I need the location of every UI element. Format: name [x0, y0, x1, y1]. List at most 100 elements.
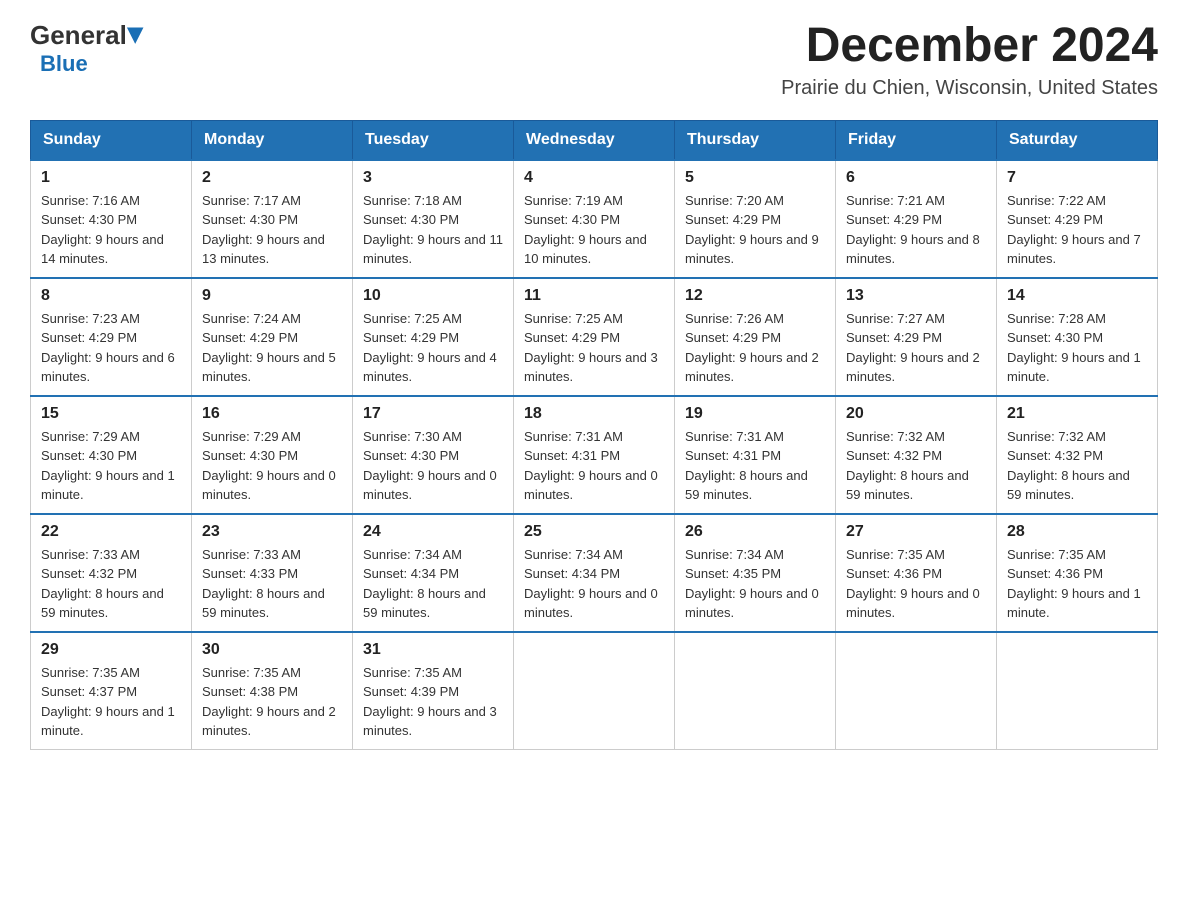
- weekday-header-sunday: Sunday: [31, 120, 192, 160]
- sunrise-label: Sunrise: 7:18 AM: [363, 193, 462, 208]
- weekday-header-friday: Friday: [836, 120, 997, 160]
- day-number: 18: [524, 405, 664, 423]
- sunset-label: Sunset: 4:29 PM: [41, 330, 137, 345]
- day-info: Sunrise: 7:23 AM Sunset: 4:29 PM Dayligh…: [41, 309, 181, 387]
- sunrise-label: Sunrise: 7:19 AM: [524, 193, 623, 208]
- sunset-label: Sunset: 4:30 PM: [41, 212, 137, 227]
- daylight-label: Daylight: 9 hours and 0 minutes.: [363, 468, 497, 503]
- daylight-label: Daylight: 9 hours and 10 minutes.: [524, 232, 647, 267]
- day-number: 28: [1007, 523, 1147, 541]
- day-info: Sunrise: 7:31 AM Sunset: 4:31 PM Dayligh…: [524, 427, 664, 505]
- sunset-label: Sunset: 4:29 PM: [1007, 212, 1103, 227]
- sunrise-label: Sunrise: 7:29 AM: [41, 429, 140, 444]
- daylight-label: Daylight: 9 hours and 13 minutes.: [202, 232, 325, 267]
- day-number: 1: [41, 169, 181, 187]
- day-number: 2: [202, 169, 342, 187]
- day-number: 20: [846, 405, 986, 423]
- logo-general: General▶: [30, 20, 144, 51]
- day-number: 8: [41, 287, 181, 305]
- day-number: 22: [41, 523, 181, 541]
- table-row: 8 Sunrise: 7:23 AM Sunset: 4:29 PM Dayli…: [31, 278, 192, 396]
- sunrise-label: Sunrise: 7:30 AM: [363, 429, 462, 444]
- day-number: 24: [363, 523, 503, 541]
- logo-blue-text: Blue: [40, 51, 144, 77]
- day-info: Sunrise: 7:31 AM Sunset: 4:31 PM Dayligh…: [685, 427, 825, 505]
- sunrise-label: Sunrise: 7:33 AM: [41, 547, 140, 562]
- day-number: 11: [524, 287, 664, 305]
- day-info: Sunrise: 7:29 AM Sunset: 4:30 PM Dayligh…: [41, 427, 181, 505]
- daylight-label: Daylight: 8 hours and 59 minutes.: [1007, 468, 1130, 503]
- day-info: Sunrise: 7:35 AM Sunset: 4:37 PM Dayligh…: [41, 663, 181, 741]
- logo: General▶ Blue: [30, 20, 144, 77]
- sunset-label: Sunset: 4:36 PM: [1007, 566, 1103, 581]
- weekday-header-saturday: Saturday: [997, 120, 1158, 160]
- table-row: 21 Sunrise: 7:32 AM Sunset: 4:32 PM Dayl…: [997, 396, 1158, 514]
- table-row: 16 Sunrise: 7:29 AM Sunset: 4:30 PM Dayl…: [192, 396, 353, 514]
- daylight-label: Daylight: 9 hours and 9 minutes.: [685, 232, 819, 267]
- day-number: 21: [1007, 405, 1147, 423]
- day-info: Sunrise: 7:19 AM Sunset: 4:30 PM Dayligh…: [524, 191, 664, 269]
- table-row: 12 Sunrise: 7:26 AM Sunset: 4:29 PM Dayl…: [675, 278, 836, 396]
- day-info: Sunrise: 7:26 AM Sunset: 4:29 PM Dayligh…: [685, 309, 825, 387]
- sunset-label: Sunset: 4:33 PM: [202, 566, 298, 581]
- week-row-3: 15 Sunrise: 7:29 AM Sunset: 4:30 PM Dayl…: [31, 396, 1158, 514]
- day-info: Sunrise: 7:21 AM Sunset: 4:29 PM Dayligh…: [846, 191, 986, 269]
- sunset-label: Sunset: 4:32 PM: [41, 566, 137, 581]
- day-number: 3: [363, 169, 503, 187]
- calendar-table: SundayMondayTuesdayWednesdayThursdayFrid…: [30, 120, 1158, 750]
- table-row: [997, 632, 1158, 750]
- daylight-label: Daylight: 8 hours and 59 minutes.: [685, 468, 808, 503]
- weekday-row: SundayMondayTuesdayWednesdayThursdayFrid…: [31, 120, 1158, 160]
- sunrise-label: Sunrise: 7:33 AM: [202, 547, 301, 562]
- sunset-label: Sunset: 4:34 PM: [524, 566, 620, 581]
- day-info: Sunrise: 7:33 AM Sunset: 4:33 PM Dayligh…: [202, 545, 342, 623]
- table-row: 7 Sunrise: 7:22 AM Sunset: 4:29 PM Dayli…: [997, 160, 1158, 278]
- week-row-5: 29 Sunrise: 7:35 AM Sunset: 4:37 PM Dayl…: [31, 632, 1158, 750]
- day-info: Sunrise: 7:35 AM Sunset: 4:39 PM Dayligh…: [363, 663, 503, 741]
- weekday-header-tuesday: Tuesday: [353, 120, 514, 160]
- sunrise-label: Sunrise: 7:23 AM: [41, 311, 140, 326]
- sunset-label: Sunset: 4:29 PM: [202, 330, 298, 345]
- sunset-label: Sunset: 4:29 PM: [685, 330, 781, 345]
- sunset-label: Sunset: 4:35 PM: [685, 566, 781, 581]
- day-info: Sunrise: 7:20 AM Sunset: 4:29 PM Dayligh…: [685, 191, 825, 269]
- sunset-label: Sunset: 4:37 PM: [41, 684, 137, 699]
- day-number: 5: [685, 169, 825, 187]
- sunset-label: Sunset: 4:30 PM: [363, 448, 459, 463]
- day-number: 25: [524, 523, 664, 541]
- sunrise-label: Sunrise: 7:24 AM: [202, 311, 301, 326]
- day-info: Sunrise: 7:35 AM Sunset: 4:36 PM Dayligh…: [1007, 545, 1147, 623]
- daylight-label: Daylight: 9 hours and 1 minute.: [41, 704, 175, 739]
- daylight-label: Daylight: 8 hours and 59 minutes.: [41, 586, 164, 621]
- weekday-header-monday: Monday: [192, 120, 353, 160]
- day-number: 29: [41, 641, 181, 659]
- daylight-label: Daylight: 9 hours and 0 minutes.: [524, 586, 658, 621]
- sunrise-label: Sunrise: 7:34 AM: [524, 547, 623, 562]
- sunrise-label: Sunrise: 7:31 AM: [685, 429, 784, 444]
- table-row: 31 Sunrise: 7:35 AM Sunset: 4:39 PM Dayl…: [353, 632, 514, 750]
- sunrise-label: Sunrise: 7:35 AM: [846, 547, 945, 562]
- sunset-label: Sunset: 4:30 PM: [1007, 330, 1103, 345]
- sunset-label: Sunset: 4:29 PM: [363, 330, 459, 345]
- daylight-label: Daylight: 9 hours and 3 minutes.: [363, 704, 497, 739]
- sunrise-label: Sunrise: 7:22 AM: [1007, 193, 1106, 208]
- page-header: General▶ Blue December 2024 Prairie du C…: [30, 20, 1158, 100]
- week-row-4: 22 Sunrise: 7:33 AM Sunset: 4:32 PM Dayl…: [31, 514, 1158, 632]
- day-number: 27: [846, 523, 986, 541]
- day-info: Sunrise: 7:25 AM Sunset: 4:29 PM Dayligh…: [524, 309, 664, 387]
- day-number: 30: [202, 641, 342, 659]
- daylight-label: Daylight: 9 hours and 0 minutes.: [685, 586, 819, 621]
- table-row: 26 Sunrise: 7:34 AM Sunset: 4:35 PM Dayl…: [675, 514, 836, 632]
- day-number: 16: [202, 405, 342, 423]
- day-info: Sunrise: 7:29 AM Sunset: 4:30 PM Dayligh…: [202, 427, 342, 505]
- table-row: 4 Sunrise: 7:19 AM Sunset: 4:30 PM Dayli…: [514, 160, 675, 278]
- sunrise-label: Sunrise: 7:25 AM: [524, 311, 623, 326]
- sunset-label: Sunset: 4:31 PM: [524, 448, 620, 463]
- day-info: Sunrise: 7:22 AM Sunset: 4:29 PM Dayligh…: [1007, 191, 1147, 269]
- day-info: Sunrise: 7:32 AM Sunset: 4:32 PM Dayligh…: [846, 427, 986, 505]
- sunrise-label: Sunrise: 7:35 AM: [202, 665, 301, 680]
- daylight-label: Daylight: 9 hours and 0 minutes.: [524, 468, 658, 503]
- day-number: 4: [524, 169, 664, 187]
- day-info: Sunrise: 7:34 AM Sunset: 4:34 PM Dayligh…: [363, 545, 503, 623]
- table-row: 25 Sunrise: 7:34 AM Sunset: 4:34 PM Dayl…: [514, 514, 675, 632]
